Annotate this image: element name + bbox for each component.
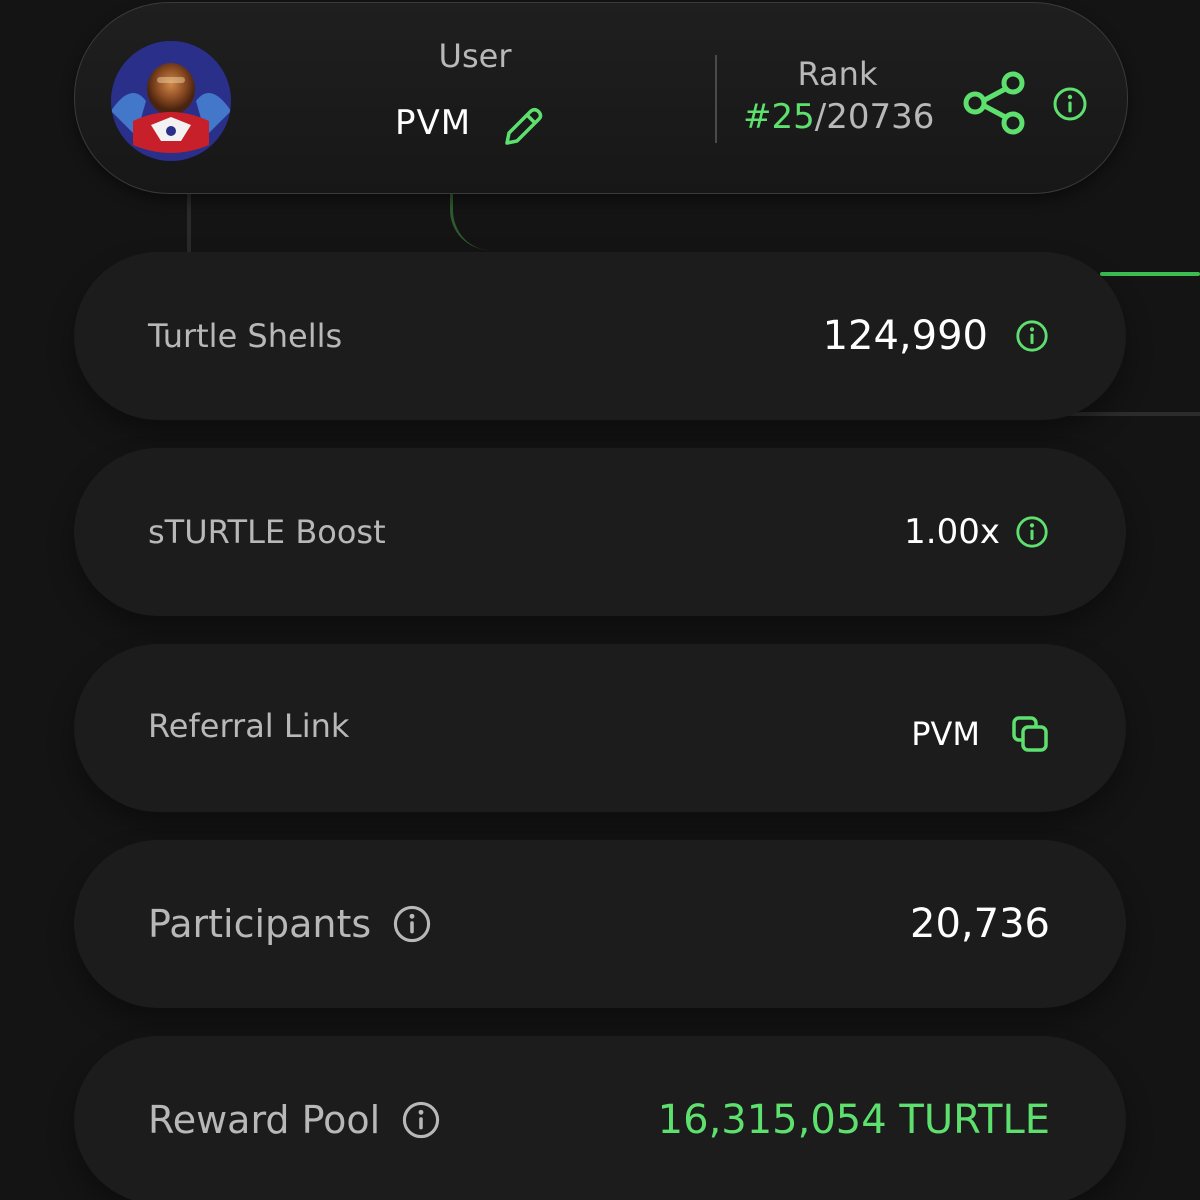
turtle-shells-info-button[interactable] (1014, 318, 1050, 354)
avatar[interactable] (111, 41, 231, 161)
participants-value-group: 20,736 (910, 840, 1050, 1008)
share-button[interactable] (961, 69, 1029, 137)
reward-pool-card: Reward Pool 16,315,054 TURTLE (74, 1036, 1126, 1200)
rank-position: #25 (743, 97, 815, 137)
sturtle-boost-info-button[interactable] (1014, 514, 1050, 550)
participants-label-group: Participants (148, 840, 433, 1008)
rank-info-button[interactable] (1051, 85, 1089, 123)
copy-referral-button[interactable] (1010, 714, 1050, 754)
sturtle-boost-value: 1.00x (904, 512, 1000, 552)
rank-value: #25/20736 (743, 97, 934, 137)
edit-username-button[interactable] (499, 103, 547, 151)
user-name: PVM (395, 103, 472, 143)
background-accent-line (1100, 272, 1200, 276)
user-label: User (438, 37, 512, 75)
reward-pool-label: Reward Pool (148, 1098, 381, 1142)
reward-pool-value-group: 16,315,054 TURTLE (658, 1036, 1050, 1200)
info-icon (1053, 87, 1087, 121)
info-icon (394, 905, 431, 943)
background-line (187, 190, 191, 260)
referral-link-card: Referral Link PVM (74, 644, 1126, 812)
participants-value: 20,736 (910, 901, 1050, 947)
turtle-shells-label: Turtle Shells (148, 317, 343, 355)
rank-label: Rank (797, 55, 878, 93)
reward-pool-info-button[interactable] (400, 1099, 442, 1141)
sturtle-boost-value-group: 1.00x (904, 448, 1050, 616)
copy-icon (1012, 716, 1048, 752)
reward-pool-value: 16,315,054 TURTLE (657, 1097, 1050, 1143)
info-icon (1016, 516, 1048, 548)
turtle-shells-value: 124,990 (822, 313, 988, 359)
turtle-shells-card: Turtle Shells 124,990 (74, 252, 1126, 420)
participants-card: Participants 20,736 (74, 840, 1126, 1008)
share-icon (963, 71, 1025, 135)
reward-pool-label-group: Reward Pool (148, 1036, 442, 1200)
participants-info-button[interactable] (391, 903, 433, 945)
avatar-image (111, 41, 231, 161)
turtle-shells-value-group: 124,990 (823, 252, 1050, 420)
info-icon (403, 1101, 440, 1139)
sturtle-boost-card: sTURTLE Boost 1.00x (74, 448, 1126, 616)
referral-link-value-group: PVM (911, 650, 1050, 818)
referral-link-value: PVM (911, 715, 980, 753)
pencil-icon (505, 107, 543, 145)
user-header-card: User PVM Rank #25/20736 (74, 2, 1128, 194)
points-dashboard: User PVM Rank #25/20736 Turtle Shells 12… (0, 0, 1200, 1200)
sturtle-boost-label: sTURTLE Boost (148, 513, 386, 551)
info-icon (1016, 320, 1048, 352)
header-divider (715, 55, 717, 143)
referral-link-label: Referral Link (148, 707, 350, 745)
rank-total: /20736 (814, 97, 935, 137)
participants-label: Participants (148, 902, 372, 946)
